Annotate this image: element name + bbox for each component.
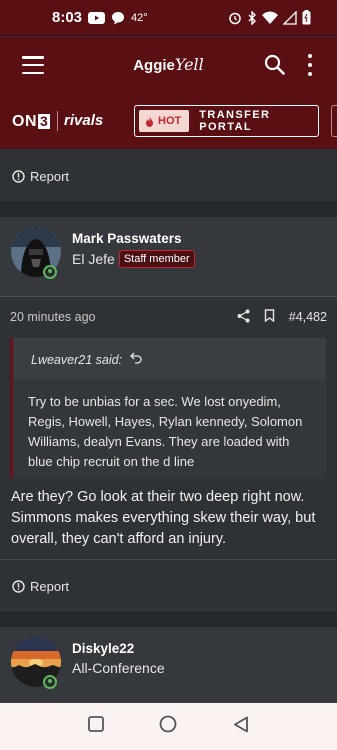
go-to-quote-icon[interactable] <box>130 352 142 367</box>
report-link[interactable]: Report <box>0 561 337 611</box>
status-bar: 8:03 42° <box>0 0 337 36</box>
quote-text: Try to be unbias for a sec. We lost onye… <box>13 380 326 478</box>
chat-icon <box>111 11 125 25</box>
signal-icon <box>283 10 297 25</box>
home-icon[interactable] <box>159 715 177 738</box>
user-title: All-Conference <box>72 660 165 676</box>
user-title: El Jefe <box>72 251 115 267</box>
status-time: 8:03 <box>52 9 83 26</box>
brand-divider <box>57 111 58 131</box>
more-options-icon[interactable] <box>306 54 314 76</box>
wifi-icon <box>262 11 278 24</box>
online-status-icon <box>43 265 57 279</box>
report-link[interactable]: Report <box>0 151 337 201</box>
author-name[interactable]: Mark Passwaters <box>72 231 182 246</box>
divider <box>0 559 337 560</box>
alarm-icon <box>228 11 242 25</box>
back-icon[interactable] <box>233 716 249 738</box>
post-separator <box>0 611 337 627</box>
on3-logo[interactable]: ON 3 <box>12 113 51 131</box>
post-timestamp[interactable]: 20 minutes ago <box>10 310 95 324</box>
brand-bar: ON 3 rivals HOT TRANSFER PORTAL <box>0 93 337 149</box>
bookmark-icon[interactable] <box>264 309 275 325</box>
system-nav-bar <box>0 703 337 750</box>
online-status-icon <box>43 675 57 689</box>
flame-icon <box>146 115 153 127</box>
quote-author: Lweaver21 said: <box>31 352 123 367</box>
info-icon <box>12 169 25 183</box>
battery-icon <box>302 10 311 25</box>
youtube-icon <box>88 11 106 24</box>
author-name[interactable]: Diskyle22 <box>72 641 134 656</box>
report-label: Report <box>30 578 70 594</box>
next-pill-partial[interactable] <box>331 105 337 137</box>
info-icon <box>12 579 25 593</box>
bluetooth-icon <box>247 10 257 25</box>
recent-apps-icon[interactable] <box>87 716 104 737</box>
post-meta: 20 minutes ago #4,482 <box>0 297 337 337</box>
quote-header[interactable]: Lweaver21 said: <box>31 352 142 367</box>
post-body: Are they? Go look at their two deep righ… <box>11 489 316 547</box>
transfer-portal-button[interactable]: HOT TRANSFER PORTAL <box>134 105 319 137</box>
search-icon[interactable] <box>264 54 285 80</box>
logo-script: Yell <box>174 55 204 74</box>
hot-badge: HOT <box>139 110 190 132</box>
report-label: Report <box>30 168 70 184</box>
transfer-portal-label: TRANSFER PORTAL <box>199 109 271 133</box>
user-title-row: All-Conference <box>72 660 165 676</box>
share-icon[interactable] <box>237 309 250 326</box>
status-temperature: 42° <box>131 11 148 24</box>
staff-badge: Staff member <box>118 250 195 268</box>
quote-block: Lweaver21 said: Try to be unbias for a s… <box>10 338 326 478</box>
user-title-row: El Jefe Staff member <box>72 250 195 268</box>
post-author-block: Diskyle22 All-Conference <box>0 627 337 703</box>
post-author-block: Mark Passwaters El Jefe Staff member <box>0 217 337 297</box>
post-separator <box>0 201 337 217</box>
site-logo[interactable]: AggieYell <box>0 55 337 74</box>
rivals-logo[interactable]: rivals <box>64 112 103 129</box>
logo-text: Aggie <box>133 57 175 74</box>
app-header: AggieYell <box>0 37 337 93</box>
post-number[interactable]: #4,482 <box>289 310 327 324</box>
